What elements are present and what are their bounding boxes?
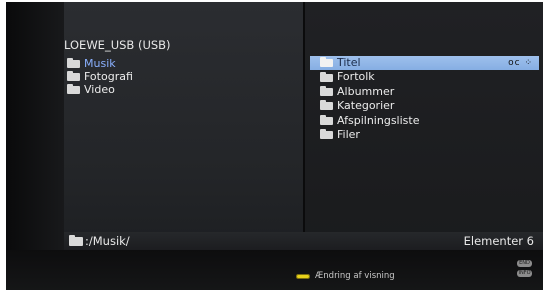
hint-label: Ændring af visning [315, 271, 395, 281]
category-item-label: Filer [337, 127, 360, 141]
category-list: Titel oc ⁘ Fortolk Albummer Kategorier A… [310, 56, 539, 142]
left-stripe [6, 2, 64, 250]
info-key-icon[interactable]: INFO [517, 270, 532, 277]
navigation-hint-icon: oc ⁘ [508, 58, 533, 68]
end-key-icon[interactable]: END [517, 260, 532, 267]
category-item-filer[interactable]: Filer [310, 128, 539, 142]
source-item-fotografi[interactable]: Fotografi [65, 70, 301, 83]
category-item-label: Afspilningsliste [337, 113, 420, 127]
folder-icon [69, 234, 83, 246]
folder-icon [67, 70, 80, 81]
folder-icon [67, 57, 80, 68]
path-text: :/Musik/ [85, 234, 130, 248]
view-change-hint[interactable]: Ændring af visning [296, 271, 395, 281]
source-item-video[interactable]: Video [65, 83, 301, 96]
screen: LOEWE_USB (USB) Musik Fotografi Video Ti… [0, 0, 546, 295]
folder-icon [320, 100, 333, 111]
category-item-albummer[interactable]: Albummer [310, 85, 539, 99]
category-item-label: Albummer [337, 84, 395, 98]
category-item-label: Fortolk [337, 70, 375, 84]
folder-icon [320, 114, 333, 125]
media-browser-panel: LOEWE_USB (USB) Musik Fotografi Video Ti… [6, 2, 543, 290]
folder-icon [320, 85, 333, 96]
source-list: Musik Fotografi Video [65, 57, 301, 96]
category-item-kategorier[interactable]: Kategorier [310, 99, 539, 113]
folder-icon [67, 83, 80, 94]
category-item-label: Titel [337, 56, 361, 69]
folder-icon [320, 57, 333, 68]
category-item-titel[interactable]: Titel oc ⁘ [310, 56, 539, 71]
category-item-afspilningsliste[interactable]: Afspilningsliste [310, 114, 539, 128]
category-item-label: Kategorier [337, 99, 395, 113]
source-item-label: Video [84, 83, 115, 96]
folder-icon [320, 129, 333, 140]
folder-icon [320, 71, 333, 82]
source-item-label: Fotografi [84, 70, 133, 83]
source-item-musik[interactable]: Musik [65, 57, 301, 70]
category-item-fortolk[interactable]: Fortolk [310, 70, 539, 84]
source-item-label: Musik [84, 57, 116, 70]
yellow-button-icon [296, 273, 310, 279]
footer-bar [6, 250, 543, 290]
device-title: LOEWE_USB (USB) [64, 38, 171, 52]
item-count: Elementer 6 [463, 234, 534, 248]
current-path: :/Musik/ [69, 234, 130, 248]
